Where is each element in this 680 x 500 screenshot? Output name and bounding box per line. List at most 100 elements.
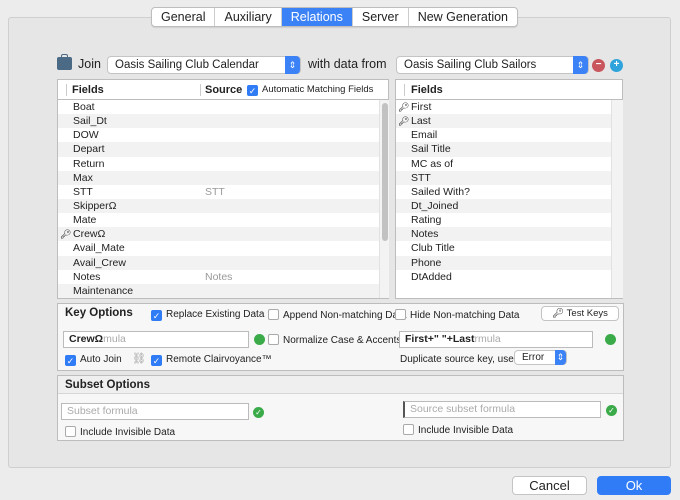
- checkbox-icon: ✓: [247, 85, 258, 96]
- append-nonmatching-checkbox[interactable]: Append Non-matching Data: [268, 309, 406, 321]
- test-keys-button[interactable]: 🔑︎ Test Keys: [541, 306, 619, 321]
- join-table-select[interactable]: Oasis Sailing Club Calendar ⇕: [107, 56, 301, 74]
- field-name: Avail_Crew: [73, 256, 126, 269]
- table-row[interactable]: Avail_Crew: [58, 255, 379, 270]
- table-row[interactable]: Dt_Joined: [396, 198, 611, 214]
- table-row[interactable]: Notes: [396, 227, 611, 242]
- table-row[interactable]: STT: [396, 170, 611, 185]
- tab-general[interactable]: General: [152, 8, 216, 26]
- field-name: Depart: [73, 143, 105, 156]
- key-formula-input[interactable]: CrewΩmula: [63, 331, 249, 348]
- auto-join-checkbox[interactable]: ✓ Auto Join: [65, 354, 122, 366]
- table-row[interactable]: Notes Notes: [58, 270, 379, 284]
- table-row[interactable]: DOW: [58, 128, 379, 142]
- table-row[interactable]: Boat: [58, 100, 379, 114]
- checkbox-icon: [395, 309, 406, 320]
- tab-new-generation[interactable]: New Generation: [409, 8, 517, 26]
- table-row[interactable]: Sailed With?: [396, 185, 611, 199]
- duplicate-key-label: Duplicate source key, use:: [400, 354, 517, 365]
- normalize-case-label: Normalize Case & Accents: [283, 335, 402, 346]
- source-column-header[interactable]: Source: [205, 80, 242, 100]
- replace-existing-checkbox[interactable]: ✓ Replace Existing Data: [151, 309, 264, 321]
- source-key-formula-placeholder: rmula: [474, 333, 501, 345]
- table-row[interactable]: Email: [396, 128, 611, 142]
- field-name: STT: [73, 185, 93, 198]
- field-name: SkipperΩ: [73, 199, 117, 212]
- table-row[interactable]: SkipperΩ: [58, 198, 379, 214]
- table-row[interactable]: DtAdded: [396, 270, 611, 284]
- scrollbar-thumb[interactable]: [382, 103, 388, 241]
- fields-column-header[interactable]: Fields: [411, 80, 443, 100]
- valid-icon: [254, 334, 265, 345]
- key-icon: 🔑︎: [398, 102, 410, 112]
- scrollbar[interactable]: [611, 100, 623, 298]
- key-options-box: Key Options ✓ Replace Existing Data Appen…: [57, 303, 624, 371]
- field-name: MC as of: [411, 157, 454, 170]
- checkbox-icon: [65, 426, 76, 437]
- table-row[interactable]: Sail_Dt: [58, 114, 379, 129]
- duplicate-key-value: Error: [522, 352, 545, 363]
- table-header: Fields Source ✓ Automatic Matching Fields: [58, 80, 388, 100]
- source-include-invisible-checkbox[interactable]: Include Invisible Data: [403, 424, 513, 436]
- link-icon[interactable]: ⛓: [132, 352, 146, 365]
- table-header: Fields: [396, 80, 622, 100]
- tab-server[interactable]: Server: [353, 8, 409, 26]
- chevron-updown-icon: ⇕: [555, 350, 566, 365]
- table-row[interactable]: Depart: [58, 142, 379, 157]
- field-name: Rating: [411, 214, 442, 227]
- table-row[interactable]: Return: [58, 157, 379, 171]
- valid-icon: ✓: [253, 407, 264, 418]
- table-row[interactable]: 🔑︎ Last: [396, 114, 611, 129]
- table-row[interactable]: MC as of: [396, 157, 611, 171]
- test-keys-label: Test Keys: [566, 308, 608, 319]
- hide-nonmatching-checkbox[interactable]: Hide Non-matching Data: [395, 309, 520, 321]
- auto-match-checkbox[interactable]: ✓ Automatic Matching Fields: [247, 80, 373, 100]
- remote-clairvoyance-checkbox[interactable]: ✓ Remote Clairvoyance™: [151, 354, 272, 366]
- chevron-updown-icon: ⇕: [573, 56, 588, 74]
- cancel-button[interactable]: Cancel: [512, 476, 587, 495]
- table-row[interactable]: Mate: [58, 213, 379, 227]
- field-name: Mate: [73, 214, 97, 227]
- table-row[interactable]: Club Title: [396, 241, 611, 255]
- table-row[interactable]: Avail_Mate: [58, 241, 379, 255]
- subset-formula-input[interactable]: Subset formula: [61, 403, 249, 420]
- table-row[interactable]: 🔑︎ CrewΩ: [58, 227, 379, 242]
- field-name: First: [411, 101, 432, 113]
- source-key-formula-input[interactable]: First+" "+Lastrmula: [399, 331, 593, 348]
- source-fields-list: 🔑︎ First 🔑︎ Last Email Sail Title MC as of STT S…: [396, 100, 611, 284]
- table-row[interactable]: Rating: [396, 213, 611, 227]
- table-row[interactable]: Sail Title: [396, 142, 611, 157]
- field-name: Email: [411, 129, 438, 142]
- key-icon: 🔑︎: [398, 116, 410, 127]
- field-name: DOW: [73, 129, 99, 142]
- table-row[interactable]: STT STT: [58, 185, 379, 199]
- table-row[interactable]: 🔑︎ First: [396, 100, 611, 114]
- source-table-select[interactable]: Oasis Sailing Club Sailors ⇕: [396, 56, 589, 74]
- subset-options-box: Subset Options Subset formula ✓ Include …: [57, 375, 624, 441]
- ok-button[interactable]: Ok: [597, 476, 671, 495]
- field-name: Max: [73, 171, 93, 184]
- table-row[interactable]: Max: [58, 170, 379, 185]
- fields-table: Fields Source ✓ Automatic Matching Fields…: [57, 79, 389, 299]
- source-table-value: Oasis Sailing Club Sailors: [404, 59, 537, 71]
- join-table-value: Oasis Sailing Club Calendar: [115, 59, 259, 71]
- field-name: Return: [73, 157, 105, 170]
- join-label: Join: [78, 57, 101, 71]
- duplicate-key-select[interactable]: Error ⇕: [514, 350, 567, 365]
- fields-column-header[interactable]: Fields: [72, 80, 104, 100]
- include-invisible-checkbox[interactable]: Include Invisible Data: [65, 426, 175, 438]
- checkbox-icon: ✓: [151, 310, 162, 321]
- key-formula-placeholder: mula: [103, 333, 126, 345]
- tab-auxiliary[interactable]: Auxiliary: [215, 8, 282, 26]
- field-name: Dt_Joined: [411, 199, 459, 212]
- tab-relations[interactable]: Relations: [281, 8, 353, 26]
- checkbox-icon: ✓: [151, 355, 162, 366]
- normalize-case-checkbox[interactable]: Normalize Case & Accents: [268, 334, 401, 346]
- table-row[interactable]: Maintenance: [58, 283, 379, 298]
- table-row[interactable]: Phone: [396, 255, 611, 270]
- field-name: Club Title: [411, 242, 455, 255]
- add-icon[interactable]: +: [610, 59, 623, 72]
- source-subset-formula-input[interactable]: Source subset formula: [403, 401, 601, 418]
- remove-icon[interactable]: −: [592, 59, 605, 72]
- scrollbar[interactable]: [379, 100, 389, 298]
